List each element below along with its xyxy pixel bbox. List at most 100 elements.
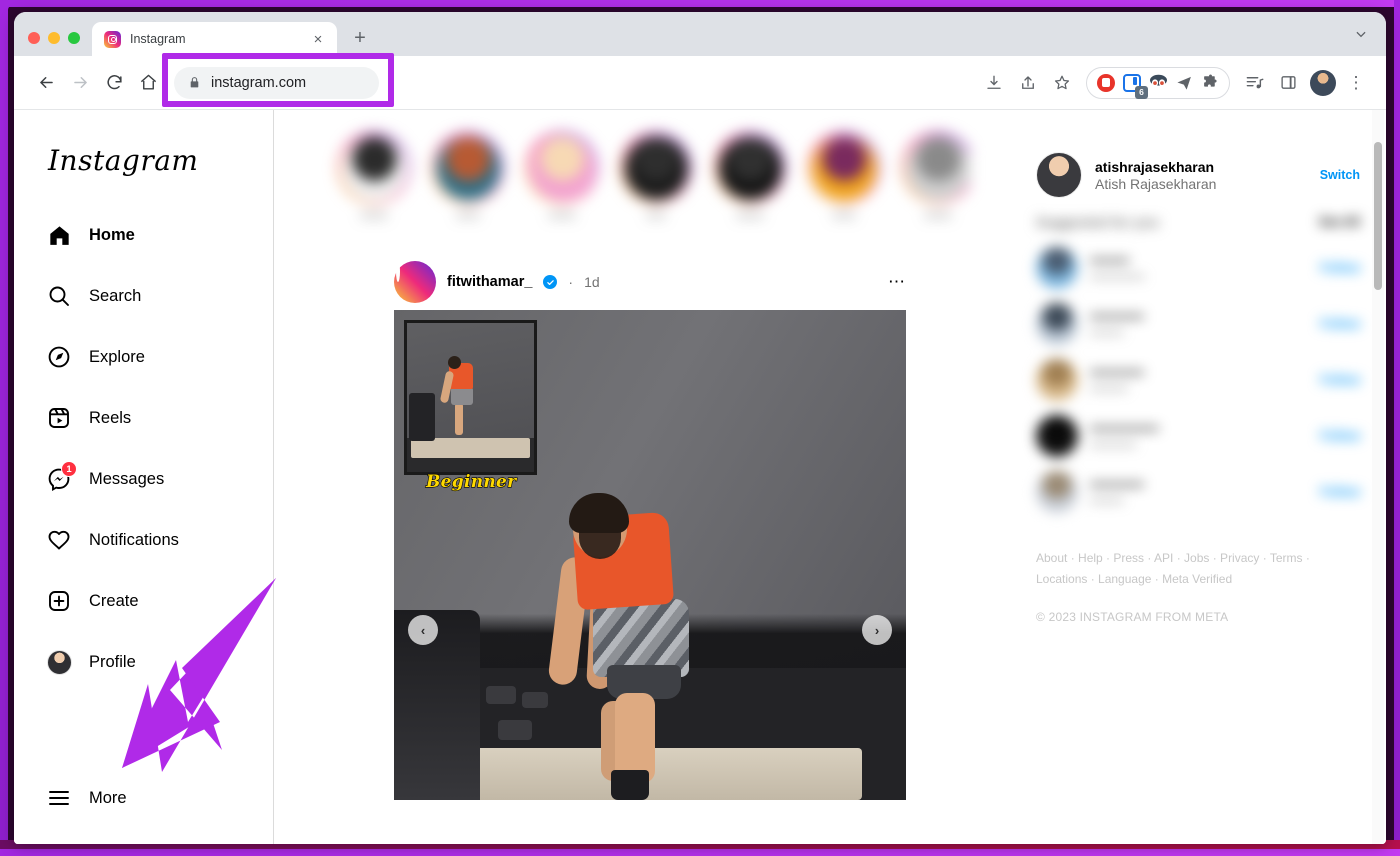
story-item[interactable]: ••••• xyxy=(616,132,696,222)
home-button[interactable] xyxy=(132,67,164,99)
instagram-logo[interactable]: Instagram xyxy=(48,144,261,177)
page-scrollbar[interactable] xyxy=(1372,110,1384,844)
side-panel-icon[interactable] xyxy=(1272,67,1304,99)
current-user-username[interactable]: atishrajasekharan xyxy=(1095,159,1216,175)
story-ring xyxy=(808,132,880,204)
suggestion-avatar[interactable] xyxy=(1036,359,1078,401)
story-ring xyxy=(902,132,970,204)
bookmark-star-icon[interactable] xyxy=(1046,67,1078,99)
forward-button[interactable] xyxy=(64,67,96,99)
chevron-down-icon[interactable] xyxy=(1354,27,1368,44)
footer-links[interactable]: About · Help · Press · API · Jobs · Priv… xyxy=(1036,548,1346,590)
thumbnail-person-figure xyxy=(439,356,483,445)
story-ring xyxy=(620,132,692,204)
suggestion-avatar[interactable] xyxy=(1036,247,1078,289)
story-username: ••••••• xyxy=(360,210,388,222)
story-item[interactable]: •••••• xyxy=(804,132,884,222)
follow-button[interactable]: Follow xyxy=(1320,261,1360,275)
sidebar-item-more[interactable]: More xyxy=(36,774,261,822)
home-icon xyxy=(46,222,72,248)
grammarly-extension-icon[interactable] xyxy=(1147,72,1169,94)
suggestion-text: •••••••• ••••••••••••• xyxy=(1090,252,1145,284)
post-separator: · xyxy=(568,274,574,290)
suggestion-text: ••••••••••• ••••••••• xyxy=(1090,364,1144,396)
extensions-puzzle-icon[interactable] xyxy=(1199,72,1221,94)
scrollbar-thumb[interactable] xyxy=(1374,142,1382,290)
story-item[interactable]: ••••••• xyxy=(522,132,602,222)
tab-manager-extension-icon[interactable]: 6 xyxy=(1121,72,1148,99)
post-author-avatar[interactable] xyxy=(394,261,436,303)
story-avatar xyxy=(528,134,596,202)
sidebar-item-home[interactable]: Home xyxy=(36,211,261,259)
suggestion-row[interactable]: ••••••••••• •••••••• Follow xyxy=(1036,296,1360,352)
window-traffic-lights[interactable] xyxy=(14,32,92,56)
post-author-username[interactable]: fitwithamar_ xyxy=(447,274,532,290)
sidebar-item-messages[interactable]: 1 Messages xyxy=(36,455,261,503)
suggestion-avatar[interactable] xyxy=(1036,415,1078,457)
suggestion-avatar[interactable] xyxy=(1036,471,1078,513)
browser-menu-icon[interactable]: ⋮ xyxy=(1340,67,1372,99)
suggestion-subtitle: ••••••••••••• xyxy=(1090,270,1145,284)
suggestion-subtitle: •••••••• xyxy=(1090,326,1124,340)
switch-account-button[interactable]: Switch xyxy=(1320,168,1360,182)
paperplane-extension-icon[interactable] xyxy=(1173,72,1195,94)
suggestion-username: ••••••••••• xyxy=(1090,476,1144,492)
sidebar-label-messages: Messages xyxy=(89,469,165,488)
post-more-options-icon[interactable]: ⋯ xyxy=(888,272,906,292)
suggestion-row[interactable]: ••••••••••• ••••••••• Follow xyxy=(1036,352,1360,408)
instagram-favicon xyxy=(104,30,121,48)
follow-button[interactable]: Follow xyxy=(1320,429,1360,443)
story-avatar xyxy=(716,134,784,202)
story-item[interactable]: •••••• xyxy=(428,132,508,222)
current-user-info: atishrajasekharan Atish Rajasekharan xyxy=(1095,159,1216,192)
heart-icon xyxy=(46,527,72,553)
new-tab-button[interactable]: + xyxy=(346,24,374,52)
current-user-avatar[interactable] xyxy=(1036,152,1082,198)
media-dumbbell xyxy=(486,686,516,704)
story-item[interactable]: ••••••• xyxy=(710,132,790,222)
close-window-button[interactable] xyxy=(28,32,40,44)
story-item[interactable]: ••••••• xyxy=(334,132,414,222)
sidebar-item-reels[interactable]: Reels xyxy=(36,394,261,442)
browser-profile-avatar[interactable] xyxy=(1310,69,1336,96)
stories-tray[interactable]: ••••••• •••••• ••••••• ••••• ••••••• •••••• ••… xyxy=(330,132,970,222)
see-all-button[interactable]: See All xyxy=(1319,215,1360,229)
sidebar-item-notifications[interactable]: Notifications xyxy=(36,516,261,564)
reload-button[interactable] xyxy=(98,67,130,99)
follow-button[interactable]: Follow xyxy=(1320,317,1360,331)
sidebar-item-explore[interactable]: Explore xyxy=(36,333,261,381)
minimize-window-button[interactable] xyxy=(48,32,60,44)
sidebar-item-create[interactable]: Create xyxy=(36,577,261,625)
story-avatar xyxy=(340,134,408,202)
reading-list-icon[interactable] xyxy=(1238,67,1270,99)
story-item[interactable]: ••••••• xyxy=(898,132,970,222)
back-button[interactable] xyxy=(30,67,62,99)
carousel-next-button[interactable]: › xyxy=(862,615,892,645)
close-tab-icon[interactable]: × xyxy=(309,30,327,48)
follow-button[interactable]: Follow xyxy=(1320,373,1360,387)
sidebar-item-profile[interactable]: Profile xyxy=(36,638,261,686)
follow-button[interactable]: Follow xyxy=(1320,485,1360,499)
suggestion-subtitle: ••••••••• xyxy=(1090,382,1128,396)
story-username: ••••• xyxy=(646,210,666,222)
downloads-icon[interactable] xyxy=(978,67,1010,99)
address-bar[interactable]: instagram.com xyxy=(174,66,379,99)
suggestions-block: Suggested for you See All •••••••• ••••••… xyxy=(1036,214,1360,520)
suggestion-row[interactable]: ••••••••••• •••••••• Follow xyxy=(1036,464,1360,520)
sidebar-item-search[interactable]: Search xyxy=(36,272,261,320)
suggestion-row[interactable]: •••••••• ••••••••••••• Follow xyxy=(1036,240,1360,296)
suggestions-list: •••••••• ••••••••••••• Follow ••••••••••• ••… xyxy=(1036,240,1360,520)
maximize-window-button[interactable] xyxy=(68,32,80,44)
sidebar-label-notifications: Notifications xyxy=(89,530,179,549)
suggestion-row[interactable]: •••••••••••••• ••••••••••• Follow xyxy=(1036,408,1360,464)
suggestion-username: ••••••••••• xyxy=(1090,364,1144,380)
instagram-right-rail: atishrajasekharan Atish Rajasekharan Swi… xyxy=(1026,110,1386,844)
adblock-extension-icon[interactable] xyxy=(1095,72,1117,94)
share-icon[interactable] xyxy=(1012,67,1044,99)
frame-top-edge xyxy=(0,0,1400,7)
tab-title: Instagram xyxy=(130,32,186,46)
carousel-prev-button[interactable]: ‹ xyxy=(408,615,438,645)
suggestion-avatar[interactable] xyxy=(1036,303,1078,345)
post-media[interactable]: Beginner ‹ › xyxy=(394,310,906,800)
browser-tab-instagram[interactable]: Instagram × xyxy=(92,22,337,56)
